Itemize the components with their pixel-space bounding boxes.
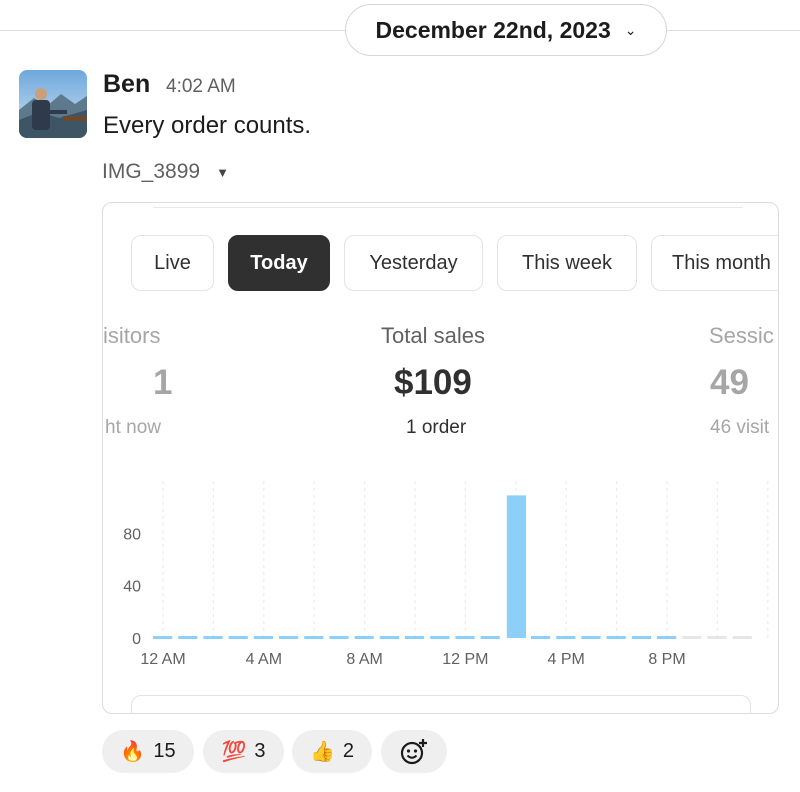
chart-bar-zero	[430, 636, 450, 639]
y-tick-label: 40	[123, 579, 141, 596]
x-tick-label: 4 PM	[548, 651, 585, 668]
x-tick-label: 12 AM	[140, 651, 185, 668]
reaction-count: 2	[342, 740, 355, 762]
chart-bar-zero	[581, 636, 601, 639]
reaction-fire[interactable]: 🔥 15	[102, 730, 194, 773]
chart-bar-zero	[556, 636, 576, 639]
x-tick-label: 12 PM	[442, 651, 488, 668]
avatar[interactable]	[19, 70, 87, 138]
thumbs-up-icon: 👍	[309, 741, 335, 763]
bottom-card-edge	[131, 695, 751, 713]
chart-bar-zero	[606, 636, 626, 639]
message-timestamp[interactable]: 4:02 AM	[166, 76, 236, 98]
metric-sessions-value: 49	[710, 363, 749, 402]
tab-today: Today	[228, 235, 330, 291]
chevron-down-icon: ⌄	[624, 21, 637, 38]
y-tick-label: 80	[123, 526, 141, 543]
metric-sales-label: Total sales	[381, 323, 485, 348]
tab-yesterday: Yesterday	[344, 235, 483, 291]
add-emoji-icon	[400, 738, 427, 764]
hundred-points-icon: 💯	[221, 741, 247, 763]
reaction-count: 15	[153, 740, 176, 762]
metric-visitors-value: 1	[153, 363, 173, 402]
message-author[interactable]: Ben	[103, 70, 150, 99]
chart-bar-zero	[707, 636, 727, 639]
x-tick-label: 8 AM	[346, 651, 382, 668]
chart-bar-zero	[153, 636, 173, 639]
chart-bar-zero	[203, 636, 223, 639]
chart-bar-zero	[455, 636, 475, 639]
chart-bar-zero	[228, 636, 248, 639]
chart-bar-zero	[631, 636, 651, 639]
metric-visitors-label: isitors	[103, 323, 161, 348]
chart-bar-zero	[354, 636, 374, 639]
chart-bar-zero	[480, 636, 500, 639]
chart-bar-zero	[279, 636, 299, 639]
reaction-thumbs-up[interactable]: 👍 2	[292, 730, 372, 773]
chart-bar-zero	[531, 636, 551, 639]
x-tick-label: 8 PM	[648, 651, 685, 668]
chart-bar-zero	[657, 636, 677, 639]
metric-sessions-label: Sessic	[709, 323, 774, 348]
metric-sessions-sub: 46 visit	[710, 417, 770, 438]
date-label: December 22nd, 2023	[375, 16, 611, 43]
attachment-toggle[interactable]: IMG_3899 ▼	[102, 160, 229, 184]
fire-icon: 🔥	[120, 741, 146, 763]
card-top-edge	[153, 203, 743, 208]
chart-bar-zero	[405, 636, 425, 639]
chart-bar-zero	[304, 636, 324, 639]
add-reaction-button[interactable]	[381, 730, 447, 773]
reaction-count: 3	[254, 740, 266, 762]
reaction-hundred[interactable]: 💯 3	[203, 730, 284, 773]
date-divider-button[interactable]: December 22nd, 2023 ⌄	[345, 4, 667, 56]
x-tick-label: 4 AM	[246, 651, 282, 668]
chart-bar-zero	[682, 636, 702, 639]
message-text: Every order counts.	[103, 112, 312, 139]
tab-this-week: This week	[497, 235, 637, 291]
y-tick-label: 0	[132, 631, 141, 648]
chart-bar-zero	[732, 636, 752, 639]
chart-bar-zero	[329, 636, 349, 639]
chart-bar-zero	[379, 636, 399, 639]
metric-sales-value: $109	[394, 363, 472, 402]
chart-bar-zero	[253, 636, 273, 639]
sales-chart: 0 40 80 12 AM 4 AM 8 AM 12 PM 4 PM 8 PM	[123, 481, 769, 668]
chart-bar	[506, 495, 526, 638]
image-attachment-preview[interactable]: Live Today Yesterday This week This mont…	[102, 202, 779, 714]
tab-live: Live	[131, 235, 214, 291]
metric-visitors-sub: ht now	[105, 417, 161, 438]
metric-sales-sub: 1 order	[406, 417, 467, 438]
chart-bar-zero	[178, 636, 198, 639]
attachment-name: IMG_3899	[102, 160, 201, 183]
caret-down-icon: ▼	[216, 164, 229, 180]
tab-this-month: This month	[651, 235, 778, 291]
